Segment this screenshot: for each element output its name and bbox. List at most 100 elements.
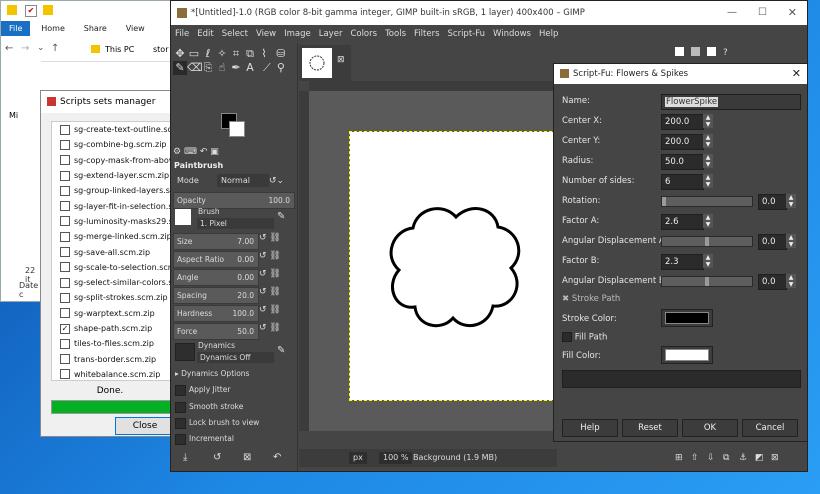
slider-knob[interactable] (705, 277, 709, 286)
color-picker-tool-icon[interactable]: ⟋ (260, 61, 274, 75)
angdisp-a-field[interactable]: 0.0 (758, 234, 787, 250)
checkbox[interactable] (60, 216, 70, 227)
list-item[interactable]: ✓ shape-path.scm.zip (52, 321, 174, 336)
stroke-path-checkbox[interactable]: ✖ Stroke Path (562, 294, 620, 304)
forward-arrow-icon[interactable]: → (21, 43, 29, 54)
aspect-reset-icon[interactable]: ↺ ⛓ (259, 251, 281, 261)
list-item[interactable]: sg-split-strokes.scm.zip (52, 290, 174, 305)
mask-layer-icon[interactable]: ◩ (755, 449, 764, 467)
aspect-slider[interactable]: Aspect Ratio 0.00 (173, 251, 259, 268)
checkbox[interactable] (60, 277, 70, 288)
duplicate-layer-icon[interactable]: ⧉ (723, 449, 729, 467)
angdisp-b-field[interactable]: 0.0 (758, 274, 787, 290)
unit-select[interactable]: px (349, 452, 367, 464)
checkbox[interactable] (60, 139, 70, 150)
checkbox[interactable] (60, 354, 70, 365)
delete-layer-icon[interactable]: ⊠ (771, 449, 779, 467)
new-layer-icon[interactable]: ⊞ (675, 449, 683, 467)
list-item[interactable]: sg-select-similar-colors.scm (52, 275, 174, 290)
background-color-swatch[interactable] (229, 121, 245, 137)
menu-image[interactable]: Image (280, 29, 315, 39)
channels-tab-icon[interactable] (691, 47, 700, 56)
paintbrush-tool-icon[interactable]: ✎ (173, 61, 187, 75)
menu-windows[interactable]: Windows (489, 29, 535, 39)
hardness-reset-icon[interactable]: ↺ ⛓ (259, 305, 281, 315)
stroke-color-button[interactable] (661, 309, 713, 327)
eraser-tool-icon[interactable]: ⌫ (187, 61, 203, 75)
zoom-tool-icon[interactable]: ⚲ (274, 61, 288, 75)
rotation-field[interactable]: 0.0 (758, 194, 787, 210)
dialog-close-icon[interactable]: ✕ (792, 64, 801, 84)
close-tab-icon[interactable]: ⊠ (337, 55, 345, 65)
smudge-tool-icon[interactable]: ☝ (215, 61, 229, 75)
minimize-icon[interactable]: — (727, 1, 737, 25)
center-x-stepper[interactable]: ▲ ▼ (703, 114, 713, 128)
list-item[interactable]: sg-copy-mask-from-above.sc (52, 153, 174, 168)
close-button[interactable]: Close (115, 417, 175, 435)
list-item[interactable]: whitebalance.scm.zip (52, 367, 174, 380)
help-tab-icon[interactable]: ? (723, 43, 728, 63)
paths-tool-icon[interactable]: ✒ (229, 61, 243, 75)
list-item[interactable]: sg-combine-bg.scm.zip (52, 137, 174, 152)
center-y-field[interactable]: 200.0 (661, 134, 704, 150)
edit-brush-icon[interactable]: ✎ (277, 211, 285, 222)
bucket-fill-tool-icon[interactable]: ⛁ (274, 47, 288, 61)
list-item[interactable]: sg-scale-to-selection.scm.zi (52, 260, 174, 275)
slider-knob[interactable] (662, 197, 666, 206)
angdisp-b-slider[interactable] (661, 276, 753, 287)
checkbox[interactable] (60, 247, 70, 258)
reset-options-icon[interactable]: ↶ (273, 449, 281, 467)
mode-reset-icon[interactable]: ↺⌄ (269, 173, 284, 189)
factor-a-field[interactable]: 2.6 (661, 214, 704, 230)
breadcrumb-storage[interactable]: stor (153, 45, 169, 54)
image-tab-thumbnail[interactable] (302, 48, 332, 78)
checkbox[interactable] (60, 231, 70, 242)
checkbox[interactable] (60, 185, 70, 196)
undo-history-tab-icon[interactable]: ↶ (200, 147, 208, 157)
ok-button[interactable]: OK (682, 419, 738, 437)
brush-name[interactable]: 1. Pixel (197, 218, 274, 229)
angdisp-a-stepper[interactable]: ▲ ▼ (786, 234, 796, 248)
list-item[interactable]: sg-warptext.scm.zip (52, 306, 174, 321)
list-item[interactable]: sg-create-text-outline.scm.zip (52, 122, 174, 137)
restore-options-icon[interactable]: ↺ (213, 449, 221, 467)
cancel-button[interactable]: Cancel (742, 419, 798, 437)
column-header-date[interactable]: Date c (19, 281, 41, 299)
ribbon-tab-view[interactable]: View (118, 21, 153, 36)
checkbox[interactable] (60, 170, 70, 181)
angle-reset-icon[interactable]: ↺ ⛓ (259, 269, 281, 279)
ribbon-tab-share[interactable]: Share (76, 21, 115, 36)
ribbon-tab-home[interactable]: Home (33, 21, 73, 36)
checkbox[interactable] (60, 369, 70, 380)
menu-colors[interactable]: Colors (346, 29, 381, 39)
menu-filters[interactable]: Filters (410, 29, 443, 39)
incremental-checkbox[interactable]: Incremental (175, 433, 234, 445)
checkbox[interactable] (60, 124, 70, 135)
spacing-reset-icon[interactable]: ↺ ⛓ (259, 287, 281, 297)
save-options-icon[interactable]: ⤓ (183, 449, 187, 467)
rotation-slider[interactable] (661, 196, 753, 207)
warp-tool-icon[interactable]: ⌇ (257, 47, 271, 61)
device-status-tab-icon[interactable]: ⌨ (184, 147, 197, 157)
lower-layer-icon[interactable]: ⇩ (707, 449, 715, 467)
menu-view[interactable]: View (252, 29, 280, 39)
center-x-field[interactable]: 200.0 (661, 114, 704, 130)
tool-options-tab-icon[interactable]: ⚙ (173, 147, 181, 157)
lock-brush-checkbox[interactable]: Lock brush to view (175, 417, 259, 429)
rect-select-tool-icon[interactable]: ▭ (187, 47, 201, 61)
checkbox[interactable] (60, 338, 70, 349)
zoom-select[interactable]: 100 % (379, 452, 413, 464)
edit-dynamics-icon[interactable]: ✎ (277, 345, 285, 356)
angdisp-a-slider[interactable] (661, 236, 753, 247)
dynamics-select[interactable]: Dynamics Off (197, 352, 274, 363)
folder-icon[interactable] (43, 5, 53, 15)
checkbox[interactable] (60, 308, 70, 319)
checkbox[interactable] (60, 155, 70, 166)
sides-stepper[interactable]: ▲ ▼ (703, 174, 713, 188)
brush-preview[interactable] (175, 209, 191, 225)
list-item[interactable]: sg-merge-linked.scm.zip (52, 229, 174, 244)
dynamics-options-expander[interactable]: ▸ Dynamics Options (175, 368, 249, 380)
menu-help[interactable]: Help (535, 29, 562, 39)
fill-color-button[interactable] (661, 346, 713, 364)
name-field[interactable]: FlowerSpike (661, 94, 801, 110)
